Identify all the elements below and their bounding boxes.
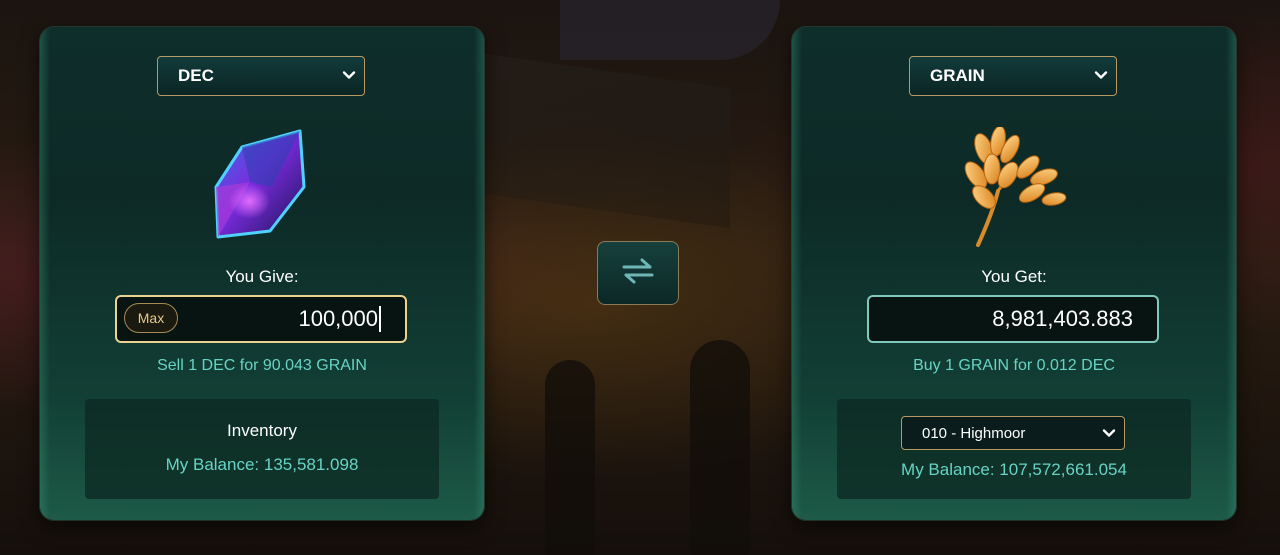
inventory-title: Inventory xyxy=(227,421,297,440)
give-panel: DEC You Give: Max 100,000 Sell 1 DEC for… xyxy=(40,27,484,520)
swap-button[interactable] xyxy=(597,241,679,305)
chevron-down-icon xyxy=(342,68,356,82)
text-caret xyxy=(379,306,381,332)
you-give-label: You Give: xyxy=(225,267,299,286)
get-token-select[interactable]: GRAIN xyxy=(909,56,1117,96)
you-get-label: You Get: xyxy=(981,267,1047,286)
get-token-value: GRAIN xyxy=(930,66,985,85)
dec-crystal-icon xyxy=(202,127,322,247)
max-button[interactable]: Max xyxy=(124,303,178,333)
get-amount-value: 8,981,403.883 xyxy=(992,306,1133,331)
get-balance: My Balance: 107,572,661.054 xyxy=(901,460,1127,479)
buy-rate-text: Buy 1 GRAIN for 0.012 DEC xyxy=(913,357,1115,374)
background-stall xyxy=(470,51,730,229)
background-figure xyxy=(545,360,595,555)
grain-wheat-icon xyxy=(954,125,1074,247)
get-amount-output[interactable]: 8,981,403.883 xyxy=(867,295,1159,343)
background-awning xyxy=(560,0,780,60)
give-amount-value: 100,000 xyxy=(298,306,378,331)
region-value: 010 - Highmoor xyxy=(922,424,1026,442)
inventory-box: Inventory My Balance: 135,581.098 xyxy=(85,399,439,499)
background-figure xyxy=(690,340,750,555)
swap-arrows-icon xyxy=(618,257,658,290)
give-amount-input[interactable]: Max 100,000 xyxy=(115,295,407,343)
sell-rate-text: Sell 1 DEC for 90.043 GRAIN xyxy=(157,357,367,374)
region-box: 010 - Highmoor My Balance: 107,572,661.0… xyxy=(837,399,1191,499)
chevron-down-icon xyxy=(1102,426,1116,440)
give-token-select[interactable]: DEC xyxy=(157,56,365,96)
give-balance: My Balance: 135,581.098 xyxy=(165,455,359,474)
chevron-down-icon xyxy=(1094,68,1108,82)
give-token-value: DEC xyxy=(178,66,214,85)
region-select[interactable]: 010 - Highmoor xyxy=(901,416,1125,450)
get-panel: GRAIN You Get: 8,981,403.883 Buy 1 GRAIN… xyxy=(792,27,1236,520)
